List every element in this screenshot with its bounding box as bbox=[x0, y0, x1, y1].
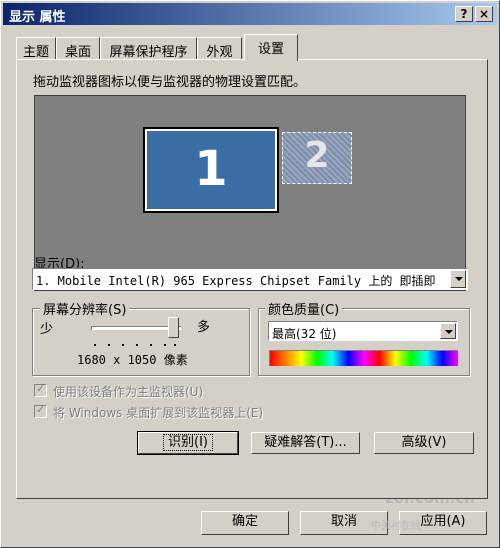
tab-desktop[interactable]: 桌面 bbox=[56, 37, 100, 60]
tab-settings[interactable]: 设置 bbox=[244, 34, 298, 61]
chevron-down-icon[interactable] bbox=[440, 323, 456, 339]
tab-appearance[interactable]: 外观 bbox=[197, 37, 242, 60]
resolution-slider-thumb[interactable] bbox=[168, 317, 179, 338]
chevron-down-icon[interactable] bbox=[450, 270, 466, 288]
slider-tick bbox=[150, 344, 152, 346]
primary-monitor-label: 使用该设备作为主监视器(U) bbox=[53, 385, 204, 399]
resolution-less-label: 少 bbox=[40, 322, 54, 337]
display-select[interactable]: 1. Mobile Intel(R) 965 Express Chipset F… bbox=[32, 268, 468, 290]
description-text: 拖动监视器图标以便与监视器的物理设置匹配。 bbox=[33, 75, 307, 90]
slider-tick bbox=[164, 344, 166, 346]
display-properties-window: 显示 属性 ? × 主题 桌面 屏幕保护程序 外观 设置 拖动监视器图标以便与监… bbox=[0, 0, 500, 548]
color-quality-group-title: 颜色质量(C) bbox=[265, 299, 343, 318]
monitor-1-icon[interactable]: 1 bbox=[143, 127, 279, 213]
slider-tick bbox=[122, 344, 124, 346]
primary-monitor-checkbox[interactable] bbox=[34, 382, 47, 397]
resolution-group-title: 屏幕分辨率(S) bbox=[40, 299, 130, 318]
color-quality-select[interactable]: 最高(32 位) bbox=[268, 321, 458, 341]
resolution-more-label: 多 bbox=[197, 320, 211, 335]
ok-button[interactable]: 确定 bbox=[201, 511, 289, 535]
slider-tick bbox=[94, 344, 96, 346]
extend-desktop-label: 将 Windows 桌面扩展到该监视器上(E) bbox=[53, 406, 264, 420]
extend-desktop-checkbox[interactable] bbox=[34, 403, 47, 418]
monitor-2-icon[interactable]: 2 bbox=[282, 132, 352, 184]
close-button[interactable]: × bbox=[475, 6, 493, 22]
advanced-button[interactable]: 高级(V) bbox=[374, 432, 474, 454]
tab-screensaver[interactable]: 屏幕保护程序 bbox=[100, 37, 197, 60]
troubleshoot-button[interactable]: 疑难解答(T)... bbox=[251, 432, 360, 454]
slider-tick bbox=[136, 344, 138, 346]
display-select-value: 1. Mobile Intel(R) 965 Express Chipset F… bbox=[36, 274, 436, 288]
identify-button[interactable]: 识别(I) bbox=[137, 431, 239, 455]
resolution-value: 1680 x 1050 像素 bbox=[77, 353, 188, 367]
window-title: 显示 属性 bbox=[9, 10, 66, 25]
watermark-subtitle: 中关村在线 bbox=[371, 521, 421, 532]
color-spectrum-bar bbox=[269, 350, 458, 366]
settings-panel: 拖动监视器图标以便与监视器的物理设置匹配。 1 2 显示(D): 1. Mobi… bbox=[16, 59, 488, 499]
color-quality-value: 最高(32 位) bbox=[272, 327, 337, 341]
tab-themes[interactable]: 主题 bbox=[16, 37, 56, 60]
monitor-arrangement-area[interactable]: 1 2 bbox=[34, 95, 466, 291]
title-bar: 显示 属性 ? × bbox=[3, 3, 497, 25]
slider-tick bbox=[108, 344, 110, 346]
help-button[interactable]: ? bbox=[455, 6, 473, 22]
slider-tick bbox=[174, 344, 176, 346]
